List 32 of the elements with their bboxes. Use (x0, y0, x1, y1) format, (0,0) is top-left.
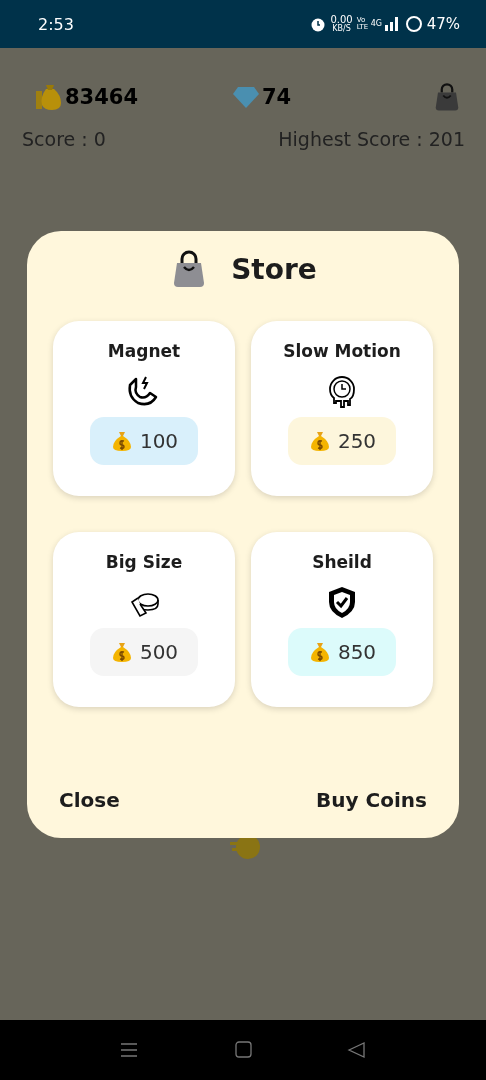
network-speed: 0.00 (330, 15, 353, 25)
item-name: Slow Motion (283, 341, 401, 361)
home-icon[interactable] (233, 1041, 253, 1059)
speed-unit: KB/S (332, 25, 351, 33)
back-icon[interactable] (347, 1041, 367, 1059)
text-button[interactable]: Close (59, 788, 120, 812)
gem-count: 74 (262, 85, 292, 109)
menu-icon[interactable] (119, 1041, 139, 1059)
network-type: 4G (370, 20, 381, 28)
price-button[interactable]: 250 (288, 417, 396, 465)
score-label: Score : 0 (22, 128, 106, 150)
item-name: Big Size (105, 552, 183, 572)
alarm-icon (310, 16, 327, 32)
diamond-icon (233, 86, 259, 108)
item-name: Magnet (107, 341, 181, 361)
price-button[interactable]: 100 (90, 417, 198, 465)
coin-count: 83464 (65, 85, 139, 109)
store-item-card[interactable]: Slow Motion 250 (251, 321, 433, 496)
price-button[interactable]: 850 (288, 628, 396, 676)
store-item-card[interactable]: Sheild 850 (251, 532, 433, 707)
store-title: Store (231, 252, 317, 286)
store-item-card[interactable]: Big Size 500 (53, 532, 235, 707)
signal-icon (384, 17, 401, 31)
money-bag-icon (34, 83, 62, 111)
store-item-card[interactable]: Magnet 100 (53, 321, 235, 496)
battery-level: 47% (426, 15, 460, 33)
highest-score-label: Highest Score : 201 (278, 128, 465, 150)
battery-ring-icon (404, 15, 423, 33)
price-button[interactable]: 500 (90, 628, 198, 676)
item-name: Sheild (312, 552, 372, 572)
text-button[interactable]: Buy Coins (316, 788, 427, 812)
status-time: 2:53 (38, 14, 75, 34)
